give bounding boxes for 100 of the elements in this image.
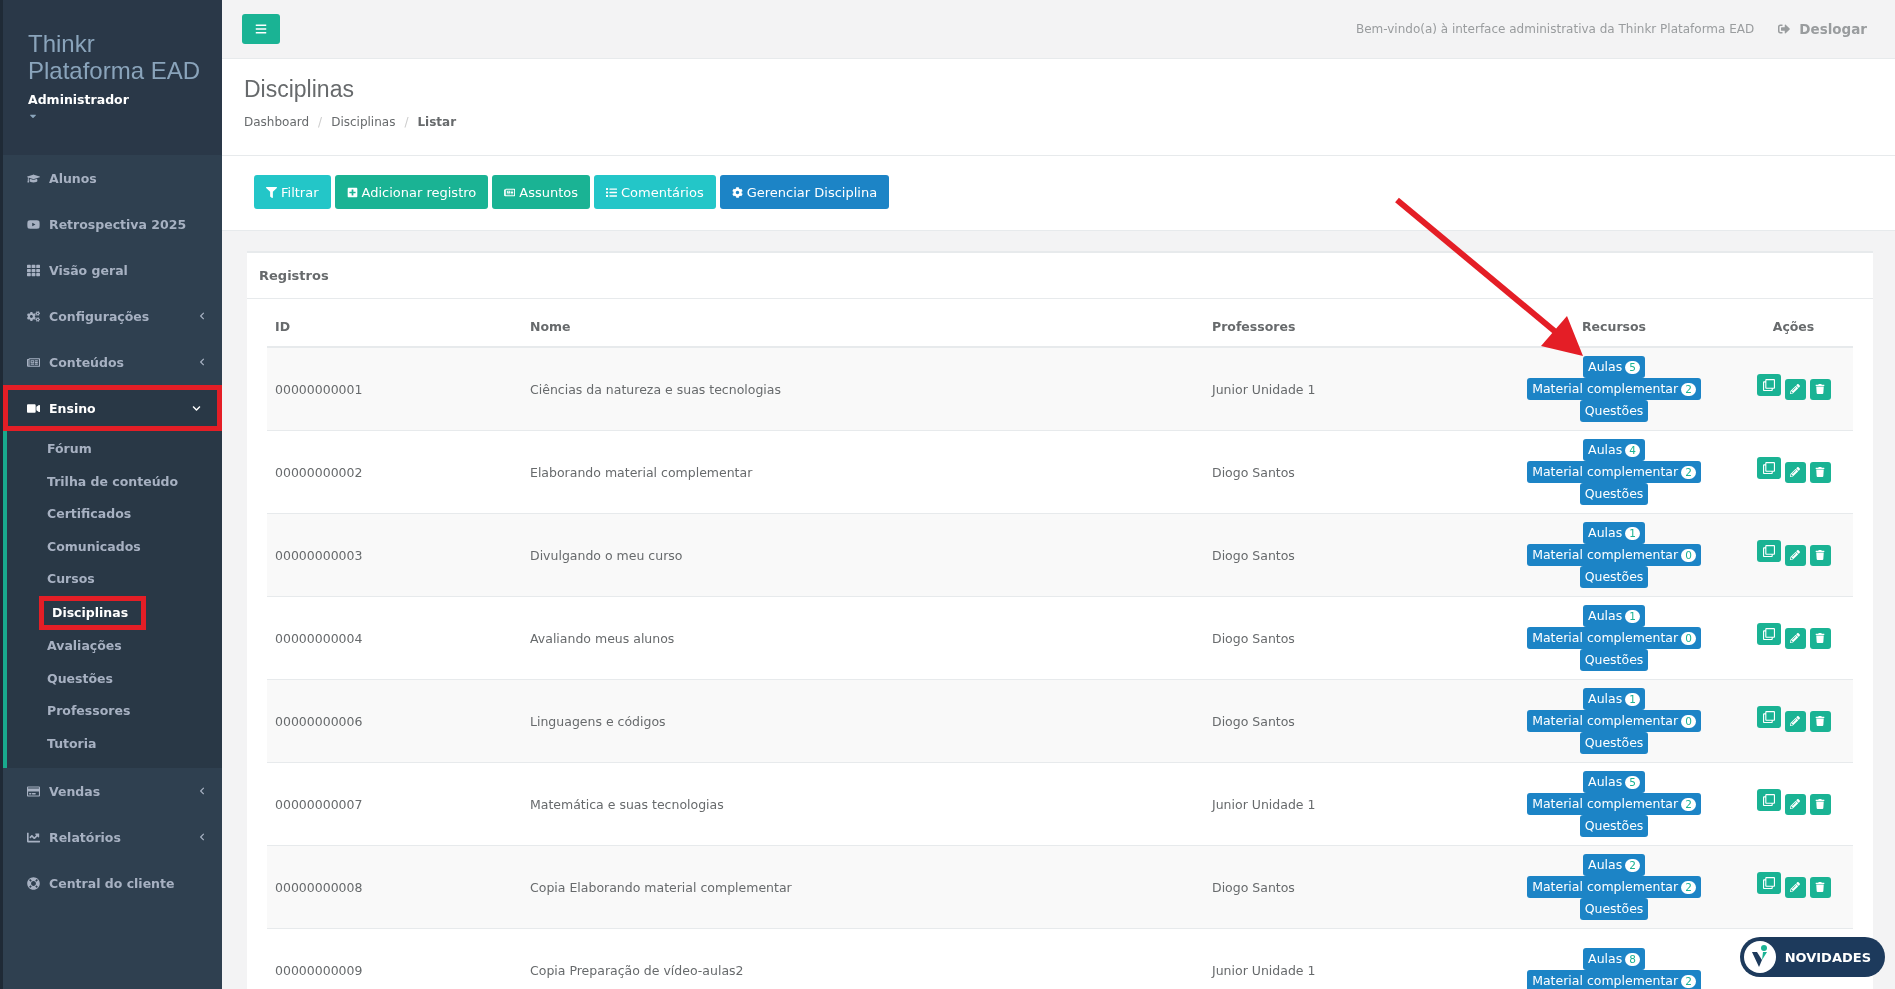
sidebar-item[interactable]: Alunos [3, 155, 222, 201]
toolbar-button[interactable]: Gerenciar Disciplina [719, 175, 890, 209]
news-button[interactable]: NOVIDADES [1739, 937, 1885, 977]
copy-icon [1762, 794, 1775, 806]
breadcrumb-separator: / [318, 115, 323, 129]
submenu-item[interactable]: Disciplinas [39, 595, 147, 630]
count-badge: 4 [1625, 443, 1640, 457]
table-cell-text: 00000000003 [274, 547, 364, 563]
user-role[interactable]: Administrador [28, 92, 129, 107]
table-cell-text: Diogo Santos [1211, 547, 1296, 563]
resource-badge[interactable]: Material complementar 2 [1527, 461, 1701, 483]
menu-button[interactable] [242, 14, 280, 44]
sidebar-item[interactable]: Conteúdos [3, 339, 222, 385]
resource-badge[interactable]: Aulas 1 [1583, 688, 1645, 710]
delete-button[interactable] [1809, 876, 1831, 898]
sidebar-item[interactable]: Vendas [3, 768, 222, 814]
resource-badge[interactable]: Questões [1579, 483, 1649, 505]
resource-badge[interactable]: Questões [1579, 400, 1649, 422]
resource-badge[interactable]: Material complementar 2 [1527, 876, 1701, 898]
column-header: Professores [1211, 319, 1296, 334]
resource-badge[interactable]: Questões [1579, 566, 1649, 588]
resource-badge[interactable]: Material complementar 2 [1527, 793, 1701, 815]
copy-button[interactable] [1756, 540, 1781, 562]
count-badge: 1 [1625, 526, 1640, 540]
table-cell-text: Diogo Santos [1211, 713, 1296, 729]
edit-button[interactable] [1784, 627, 1806, 649]
resource-badge[interactable]: Aulas 2 [1583, 854, 1645, 876]
resource-badge[interactable]: Material complementar 2 [1527, 970, 1701, 989]
delete-button[interactable] [1809, 793, 1831, 815]
brand-name: Plataforma EAD [28, 57, 201, 84]
submenu-item[interactable]: Fórum [47, 433, 92, 466]
toolbar-button[interactable]: Comentários [594, 175, 716, 209]
resource-badge[interactable]: Material complementar 0 [1527, 627, 1701, 649]
page-title: Disciplinas [244, 76, 354, 103]
delete-button[interactable] [1809, 461, 1831, 483]
resource-badge[interactable]: Aulas 4 [1583, 439, 1645, 461]
delete-button[interactable] [1809, 544, 1831, 566]
sidebar-item[interactable]: Visão geral [3, 247, 222, 293]
toolbar-button[interactable]: Filtrar [254, 175, 331, 209]
resource-badge[interactable]: Material complementar 0 [1527, 544, 1701, 566]
submenu-item[interactable]: Comunicados [47, 530, 141, 563]
resource-badge[interactable]: Aulas 1 [1583, 522, 1645, 544]
submenu-item[interactable]: Certificados [47, 498, 132, 531]
edit-button[interactable] [1784, 378, 1806, 400]
table-cell-text: Matemática e suas tecnologias [529, 796, 725, 812]
resource-badge[interactable]: Aulas 8 [1583, 948, 1645, 970]
submenu-item[interactable]: Cursos [47, 563, 95, 596]
count-badge: 2 [1681, 880, 1696, 894]
delete-button[interactable] [1809, 378, 1831, 400]
plus-icon [346, 186, 358, 198]
copy-button[interactable] [1756, 706, 1781, 728]
copy-button[interactable] [1756, 623, 1781, 645]
count-badge: 2 [1681, 974, 1696, 988]
resource-badge[interactable]: Material complementar 2 [1527, 378, 1701, 400]
logout-link[interactable]: Deslogar [1778, 21, 1867, 37]
sidebar-item[interactable]: Configurações [3, 293, 222, 339]
edit-button[interactable] [1784, 544, 1806, 566]
edit-button[interactable] [1784, 876, 1806, 898]
count-badge: 8 [1625, 952, 1640, 966]
toolbar-button[interactable]: Assuntos [492, 175, 590, 209]
copy-button[interactable] [1756, 872, 1781, 894]
breadcrumb-link[interactable]: Listar [417, 115, 457, 129]
resource-badge[interactable]: Aulas 5 [1583, 356, 1645, 378]
trash-icon [1815, 716, 1825, 726]
submenu-item[interactable]: Tutoria [47, 727, 97, 760]
logo-icon [1742, 940, 1777, 974]
count-badge: 0 [1681, 714, 1696, 728]
resource-badge[interactable]: Questões [1579, 732, 1649, 754]
sidebar-item[interactable]: Central do cliente [3, 860, 222, 906]
resource-badge[interactable]: Questões [1579, 815, 1649, 837]
submenu-item[interactable]: Trilha de conteúdo [47, 465, 179, 498]
copy-button[interactable] [1756, 789, 1781, 811]
table-cell-text: 00000000008 [274, 879, 364, 895]
delete-button[interactable] [1809, 710, 1831, 732]
sidebar-item[interactable]: Relatórios [3, 814, 222, 860]
sidebar-item[interactable]: Retrospectiva 2025 [3, 201, 222, 247]
table-cell-text: 00000000002 [274, 464, 364, 480]
copy-icon [1762, 379, 1775, 391]
copy-button[interactable] [1756, 457, 1781, 479]
table-cell-text: Junior Unidade 1 [1210, 796, 1317, 812]
toolbar-button[interactable]: Adicionar registro [334, 175, 489, 209]
resource-badge[interactable]: Questões [1579, 898, 1649, 920]
edit-button[interactable] [1784, 710, 1806, 732]
resource-badge[interactable]: Aulas 5 [1583, 771, 1645, 793]
menu-icon [255, 23, 267, 35]
submenu-item[interactable]: Avaliações [47, 630, 122, 663]
sidebar-item[interactable]: Ensino [3, 385, 222, 431]
delete-button[interactable] [1809, 627, 1831, 649]
column-header: Ações [1772, 319, 1815, 334]
submenu-item[interactable]: Professores [47, 695, 131, 728]
submenu-item[interactable]: Questões [47, 662, 113, 695]
breadcrumb-link[interactable]: Dashboard [244, 115, 310, 129]
edit-button[interactable] [1784, 793, 1806, 815]
breadcrumb-link[interactable]: Disciplinas [331, 115, 396, 129]
resource-badge[interactable]: Questões [1579, 649, 1649, 671]
resource-badge[interactable]: Aulas 1 [1583, 605, 1645, 627]
edit-button[interactable] [1784, 461, 1806, 483]
resource-badge[interactable]: Material complementar 0 [1527, 710, 1701, 732]
copy-button[interactable] [1756, 374, 1781, 396]
table-cell-text: Linguagens e códigos [529, 713, 667, 729]
